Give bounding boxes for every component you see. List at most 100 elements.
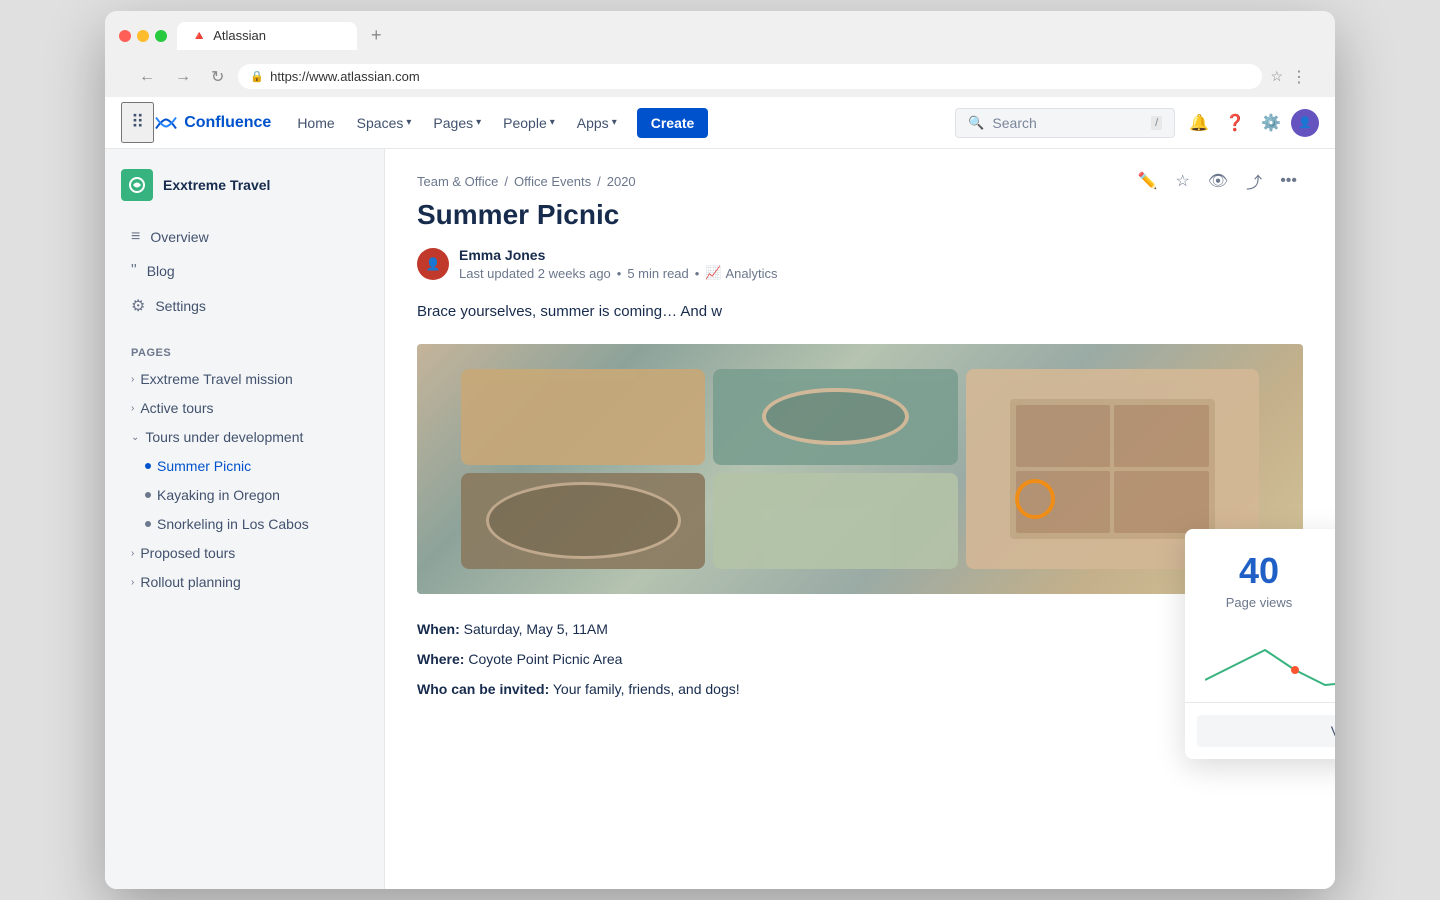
page-title: Summer Picnic <box>417 199 1303 231</box>
url-text: https://www.atlassian.com <box>270 69 420 84</box>
where-value: Coyote Point Picnic Area <box>468 651 622 667</box>
sidebar-item-settings[interactable]: ⚙ Settings <box>121 289 368 323</box>
apps-chevron-icon: ▾ <box>612 117 617 128</box>
who-label: Who can be invited: <box>417 681 549 697</box>
breadcrumb-office[interactable]: Office Events <box>514 174 591 189</box>
nav-people[interactable]: People ▾ <box>493 109 565 137</box>
breadcrumb-team[interactable]: Team & Office <box>417 174 498 189</box>
bookmark-button[interactable]: ☆ <box>1270 68 1283 85</box>
confluence-logo-text: Confluence <box>184 114 271 132</box>
blog-label: Blog <box>147 263 175 279</box>
create-button[interactable]: Create <box>637 108 709 138</box>
analytics-footer: View analytics <box>1185 702 1335 759</box>
page-item-summer-picnic[interactable]: Summer Picnic <box>121 452 368 480</box>
new-tab-button[interactable]: + <box>363 21 390 50</box>
sidebar-navigation: ≡ Overview " Blog ⚙ Settings <box>121 221 368 323</box>
where-label: Where: <box>417 651 464 667</box>
tab-favicon: 🔺 <box>191 28 207 44</box>
analytics-label: Analytics <box>726 266 778 281</box>
when-label: When: <box>417 621 460 637</box>
traffic-light-yellow[interactable] <box>137 30 149 42</box>
stat-users-viewed: 31 Users viewed <box>1321 553 1335 610</box>
mini-chart: 4 <box>1185 622 1335 702</box>
user-avatar[interactable]: 👤 <box>1291 109 1319 137</box>
page-details: When: Saturday, May 5, 11AM Where: Coyot… <box>417 618 1303 701</box>
reload-button[interactable]: ↻ <box>205 65 230 89</box>
breadcrumb-year[interactable]: 2020 <box>607 174 636 189</box>
detail-who: Who can be invited: Your family, friends… <box>417 678 1303 700</box>
page-tree: › Exxtreme Travel mission › Active tours… <box>121 365 368 596</box>
page-chevron-2: ⌄ <box>131 432 139 443</box>
meta-separator-1: • <box>617 266 622 281</box>
page-views-number: 40 <box>1205 553 1313 589</box>
analytics-stats: 40 Page views 31 Users viewed 3 Comments <box>1185 529 1335 622</box>
pages-section-label: PAGES <box>121 347 368 359</box>
share-button[interactable]: ⤴ <box>1240 163 1268 199</box>
watch-button[interactable]: 👁 <box>1202 163 1234 199</box>
page-item-1[interactable]: › Active tours <box>121 394 368 422</box>
users-viewed-label: Users viewed <box>1321 595 1335 610</box>
search-placeholder: Search <box>992 115 1143 131</box>
top-navigation: ⠿ Confluence Home Spaces ▾ Pages ▾ <box>105 97 1335 149</box>
sidebar-header: Exxtreme Travel <box>121 169 368 201</box>
page-label-rollout: Rollout planning <box>140 574 240 590</box>
page-item-rollout[interactable]: › Rollout planning <box>121 568 368 596</box>
forward-button[interactable]: → <box>169 66 197 88</box>
page-item-proposed[interactable]: › Proposed tours <box>121 539 368 567</box>
settings-button[interactable]: ⚙️ <box>1255 107 1287 139</box>
star-page-button[interactable]: ☆ <box>1170 163 1196 199</box>
analytics-link[interactable]: 📈 Analytics <box>705 265 777 281</box>
browser-tab[interactable]: 🔺 Atlassian <box>177 22 357 50</box>
page-chevron-1: › <box>131 403 134 414</box>
grid-menu-button[interactable]: ⠿ <box>121 102 154 143</box>
nav-home[interactable]: Home <box>287 109 344 137</box>
traffic-light-red[interactable] <box>119 30 131 42</box>
page-label-summer-picnic: Summer Picnic <box>157 458 251 474</box>
breadcrumb: Team & Office / Office Events / 2020 <box>417 174 636 189</box>
who-value: Your family, friends, and dogs! <box>553 681 740 697</box>
confluence-logo[interactable]: Confluence <box>154 111 271 135</box>
blog-icon: " <box>131 262 137 280</box>
nav-pages[interactable]: Pages ▾ <box>423 109 491 137</box>
tab-title: Atlassian <box>213 28 266 43</box>
author-meta: Last updated 2 weeks ago • 5 min read • … <box>459 265 778 281</box>
page-views-label: Page views <box>1205 595 1313 610</box>
sidebar-item-overview[interactable]: ≡ Overview <box>121 221 368 253</box>
page-label-snorkeling: Snorkeling in Los Cabos <box>157 516 309 532</box>
search-box[interactable]: 🔍 Search / <box>955 108 1175 138</box>
notifications-button[interactable]: 🔔 <box>1183 107 1215 139</box>
page-label-0: Exxtreme Travel mission <box>140 371 292 387</box>
view-analytics-button[interactable]: View analytics <box>1197 715 1335 747</box>
nav-links: Home Spaces ▾ Pages ▾ People ▾ Apps ▾ <box>287 108 708 138</box>
author-row: 👤 Emma Jones Last updated 2 weeks ago • … <box>417 247 1303 281</box>
browser-more-button[interactable]: ⋮ <box>1291 67 1307 87</box>
bullet-summer-picnic <box>145 463 151 469</box>
back-button[interactable]: ← <box>133 66 161 88</box>
more-options-button[interactable]: ••• <box>1274 163 1303 199</box>
page-chevron-rollout: › <box>131 577 134 588</box>
page-item-kayaking[interactable]: Kayaking in Oregon <box>121 481 368 509</box>
search-icon: 🔍 <box>968 115 984 131</box>
help-button[interactable]: ❓ <box>1219 107 1251 139</box>
sidebar: Exxtreme Travel ≡ Overview " Blog ⚙ Sett… <box>105 149 385 889</box>
edit-button[interactable]: ✏️ <box>1132 163 1164 199</box>
page-item-0[interactable]: › Exxtreme Travel mission <box>121 365 368 393</box>
page-item-snorkeling[interactable]: Snorkeling in Los Cabos <box>121 510 368 538</box>
nav-spaces[interactable]: Spaces ▾ <box>347 109 422 137</box>
when-value: Saturday, May 5, 11AM <box>464 621 608 637</box>
page-item-2[interactable]: ⌄ Tours under development <box>121 423 368 451</box>
author-avatar: 👤 <box>417 248 449 280</box>
read-time: 5 min read <box>627 266 688 281</box>
address-bar[interactable]: 🔒 https://www.atlassian.com <box>238 64 1262 89</box>
nav-apps[interactable]: Apps ▾ <box>567 109 627 137</box>
traffic-light-green[interactable] <box>155 30 167 42</box>
meta-separator-2: • <box>695 266 700 281</box>
pages-chevron-icon: ▾ <box>476 117 481 128</box>
detail-where: Where: Coyote Point Picnic Area <box>417 648 1303 670</box>
page-chevron-0: › <box>131 374 134 385</box>
analytics-chart-icon: 📈 <box>705 265 721 281</box>
author-info: Emma Jones Last updated 2 weeks ago • 5 … <box>459 247 778 281</box>
bullet-kayaking <box>145 492 151 498</box>
sidebar-item-blog[interactable]: " Blog <box>121 255 368 287</box>
users-viewed-number: 31 <box>1321 553 1335 589</box>
